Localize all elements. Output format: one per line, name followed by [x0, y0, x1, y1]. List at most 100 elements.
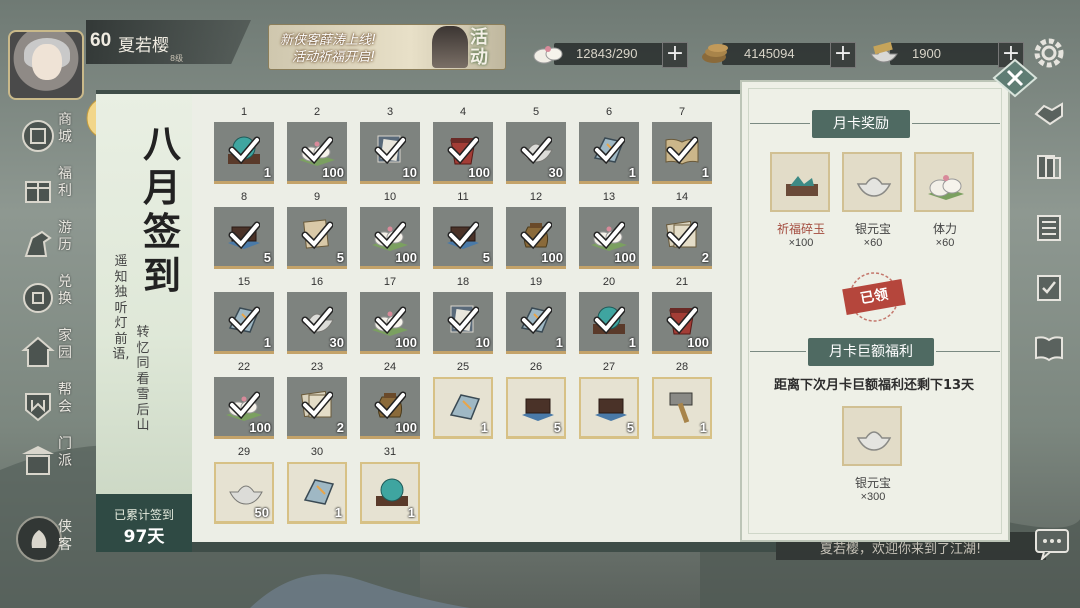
day-number: 3 [386, 106, 394, 118]
signin-day-cell[interactable]: 26 5 [504, 361, 568, 443]
signin-day-cell[interactable]: 5 30 [504, 106, 568, 188]
checkmark-icon [447, 136, 479, 165]
nav-exchange[interactable]: 兑换 [14, 272, 80, 326]
reward-count: ×100 [788, 237, 814, 249]
signin-day-cell[interactable]: 15 1 [212, 276, 276, 358]
monthly-reward-jade-shard[interactable]: 祈福碎玉 ×100 [770, 152, 832, 249]
nav-travel[interactable]: 游历 [14, 218, 80, 272]
chest-icon [522, 398, 554, 421]
home-icon [21, 336, 55, 367]
signin-day-cell[interactable]: 11 [212, 106, 276, 188]
monthly-reward-silver[interactable]: 银元宝 ×60 [842, 152, 904, 249]
signin-day-cell[interactable]: 23 2 [285, 361, 349, 443]
reward-name: 体力 [932, 222, 957, 236]
signin-day-cell[interactable]: 3 10 [358, 106, 422, 188]
day-number: 7 [678, 106, 686, 118]
reward-tile: 5 [579, 377, 639, 439]
player-avatar[interactable] [8, 30, 84, 100]
signin-day-cell[interactable]: 10 100 [358, 191, 422, 273]
signin-day-cell[interactable]: 13 100 [577, 191, 641, 273]
sect-icon [22, 446, 54, 475]
signin-day-cell[interactable]: 18 10 [431, 276, 495, 358]
nav-welfare[interactable]: 福利 [14, 164, 80, 218]
signin-day-cell[interactable]: 20 1 [577, 276, 641, 358]
close-button[interactable] [992, 58, 1038, 98]
reward-tile: 5 [433, 207, 493, 269]
checkmark-icon [301, 306, 333, 335]
signin-day-cell[interactable]: 25 1 [431, 361, 495, 443]
player-level: 60 [90, 30, 112, 51]
add-copper-button[interactable]: + [830, 42, 856, 68]
checkmark-icon [374, 221, 406, 250]
nav-guild[interactable]: 帮会 [14, 380, 80, 434]
signin-day-cell[interactable]: 2 100 [285, 106, 349, 188]
heroes-button[interactable] [16, 516, 62, 562]
reward-quantity: 100 [395, 335, 417, 350]
signin-day-cell[interactable]: 17 100 [358, 276, 422, 358]
signin-day-cell[interactable]: 31 1 [358, 446, 422, 528]
reward-quantity: 100 [249, 420, 271, 435]
reward-tile: 1 [214, 292, 274, 354]
monthly-reward-stamina[interactable]: 体力 ×60 [914, 152, 976, 249]
signin-day-cell[interactable]: 24 100 [358, 361, 422, 443]
signin-day-cell[interactable]: 19 1 [504, 276, 568, 358]
reward-quantity: 1 [263, 335, 271, 350]
reward-tile: 2 [287, 377, 347, 439]
jade-orb-icon [376, 478, 408, 506]
reward-tile: 30 [506, 122, 566, 184]
signin-day-cell[interactable]: 12 100 [504, 191, 568, 273]
divider [750, 123, 810, 124]
big-welfare-countdown: 距离下次月卡巨额福利还剩下13天 [773, 378, 975, 393]
signin-day-cell[interactable]: 22 100 [212, 361, 276, 443]
event-tag: 活动 [470, 27, 488, 68]
reward-quantity: 5 [336, 250, 344, 265]
signin-day-cell[interactable]: 27 5 [577, 361, 641, 443]
checkmark-icon [374, 391, 406, 420]
signin-day-cell[interactable]: 28 1 [650, 361, 714, 443]
add-stamina-button[interactable]: + [662, 42, 688, 68]
signin-day-cell[interactable]: 61 [577, 106, 641, 188]
nav-shop[interactable]: 商城 [14, 110, 80, 164]
big-reward-silver[interactable]: 银元宝 ×300 [842, 406, 904, 503]
reward-tile: 1 [579, 292, 639, 354]
day-number: 31 [383, 446, 397, 458]
day-number: 30 [310, 446, 324, 458]
heroes-label: 侠客 [58, 519, 72, 553]
chat-icon[interactable] [1034, 528, 1070, 560]
reward-quantity: 1 [701, 165, 709, 180]
nav-label: 游历 [58, 220, 72, 253]
reward-quantity: 100 [614, 250, 636, 265]
reward-tile: 100 [433, 122, 493, 184]
signin-day-cell[interactable]: 29 50 [212, 446, 276, 528]
reward-tile: 100 [360, 207, 420, 269]
handshake-icon[interactable] [1032, 96, 1066, 130]
reward-tile: 1 [287, 462, 347, 524]
nav-sect[interactable]: 门派 [14, 434, 80, 488]
signin-day-cell[interactable]: 11 5 [431, 191, 495, 273]
signin-day-cell[interactable]: 85 [212, 191, 276, 273]
exchange-icon [23, 283, 53, 313]
signin-day-cell[interactable]: 14 2 [650, 191, 714, 273]
nav-home[interactable]: 家园 [14, 326, 80, 380]
reward-tile: 100 [579, 207, 639, 269]
guild-icon [25, 393, 51, 422]
signin-day-cell[interactable]: 71 [650, 106, 714, 188]
resource-copper: 4145094 + [700, 40, 858, 68]
reward-quantity: 5 [626, 420, 634, 435]
signin-day-cell[interactable]: 95 [285, 191, 349, 273]
scroll-board-icon[interactable] [1032, 210, 1066, 244]
cards-icon[interactable] [1032, 150, 1066, 184]
signin-day-cell[interactable]: 30 1 [285, 446, 349, 528]
big-welfare-header: 月卡巨额福利 [750, 338, 1000, 366]
open-book-icon[interactable] [1032, 330, 1066, 364]
reward-quantity: 100 [687, 335, 709, 350]
reward-tile: 1 [214, 122, 274, 184]
day-number: 6 [605, 106, 613, 118]
player-name: 夏若樱 [118, 36, 169, 56]
signin-day-cell[interactable]: 21 100 [650, 276, 714, 358]
nav-label: 商城 [58, 112, 72, 145]
checkmark-icon [666, 136, 698, 165]
checklist-icon[interactable] [1032, 270, 1066, 304]
signin-day-cell[interactable]: 16 30 [285, 276, 349, 358]
signin-day-cell[interactable]: 4 100 [431, 106, 495, 188]
